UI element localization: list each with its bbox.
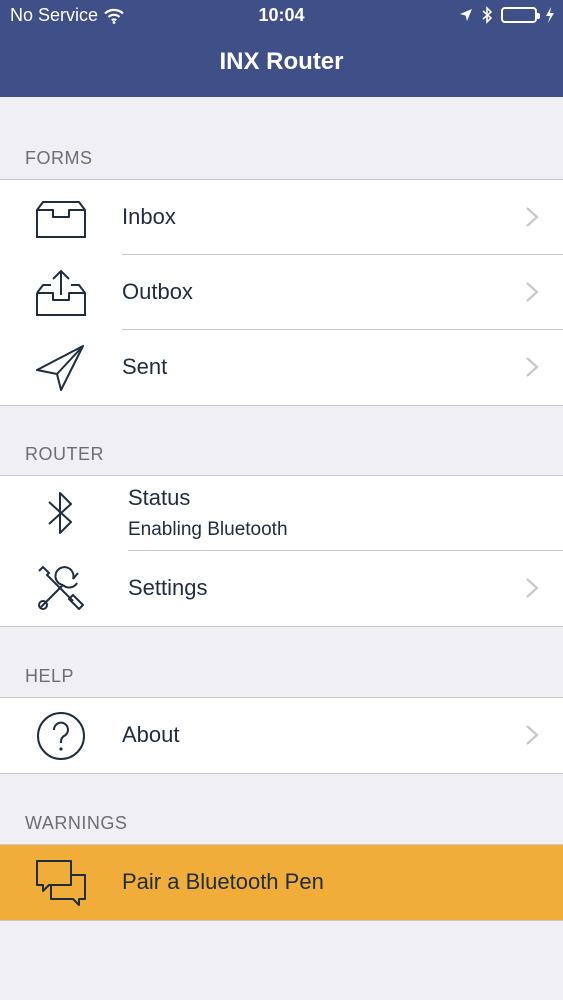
chevron-right-icon (525, 577, 539, 599)
chat-bubbles-icon (33, 857, 89, 909)
status-title: Status (128, 485, 191, 510)
list-item-outbox[interactable]: Outbox (0, 255, 563, 330)
section-header-forms: FORMS (25, 148, 93, 168)
inbox-tray-icon (33, 192, 89, 244)
section-header-help: HELP (25, 666, 75, 686)
list-item-about[interactable]: About (0, 698, 563, 773)
bluetooth-status-icon (481, 6, 493, 24)
outbox-tray-icon (33, 267, 89, 319)
settings-label: Settings (128, 575, 208, 600)
section-header-router: ROUTER (25, 444, 104, 464)
forms-group: Inbox Outbox Sent (0, 179, 563, 406)
navigation-bar: No Service 10:04 INX Router (0, 0, 563, 97)
list-item-settings[interactable]: Settings (0, 551, 563, 626)
list-item-status: Status Enabling Bluetooth (0, 476, 563, 551)
status-right (459, 6, 555, 24)
chevron-right-icon (525, 206, 539, 228)
list-item-inbox[interactable]: Inbox (0, 180, 563, 255)
status-bar: No Service 10:04 (0, 0, 563, 32)
outbox-label: Outbox (122, 279, 193, 304)
warnings-group: Pair a Bluetooth Pen (0, 844, 563, 921)
list-item-pair-pen[interactable]: Pair a Bluetooth Pen (0, 845, 563, 920)
help-group: About (0, 697, 563, 774)
list-item-sent[interactable]: Sent (0, 330, 563, 405)
section-header-warnings: WARNINGS (25, 813, 128, 833)
chevron-right-icon (525, 281, 539, 303)
inbox-label: Inbox (122, 204, 176, 229)
about-label: About (122, 722, 180, 747)
sent-label: Sent (122, 354, 168, 379)
chevron-right-icon (525, 356, 539, 378)
bluetooth-icon (33, 488, 89, 540)
charging-bolt-icon (545, 7, 555, 23)
router-group: Status Enabling Bluetooth Settings (0, 475, 563, 627)
wrench-screwdriver-icon (33, 563, 89, 615)
chevron-right-icon (525, 724, 539, 746)
page-title: INX Router (219, 48, 344, 75)
paper-plane-icon (33, 342, 89, 394)
battery-icon (501, 7, 540, 23)
status-subtitle: Enabling Bluetooth (128, 519, 288, 540)
pair-pen-label: Pair a Bluetooth Pen (122, 869, 324, 894)
question-circle-icon (33, 710, 89, 762)
location-arrow-icon (459, 8, 473, 22)
